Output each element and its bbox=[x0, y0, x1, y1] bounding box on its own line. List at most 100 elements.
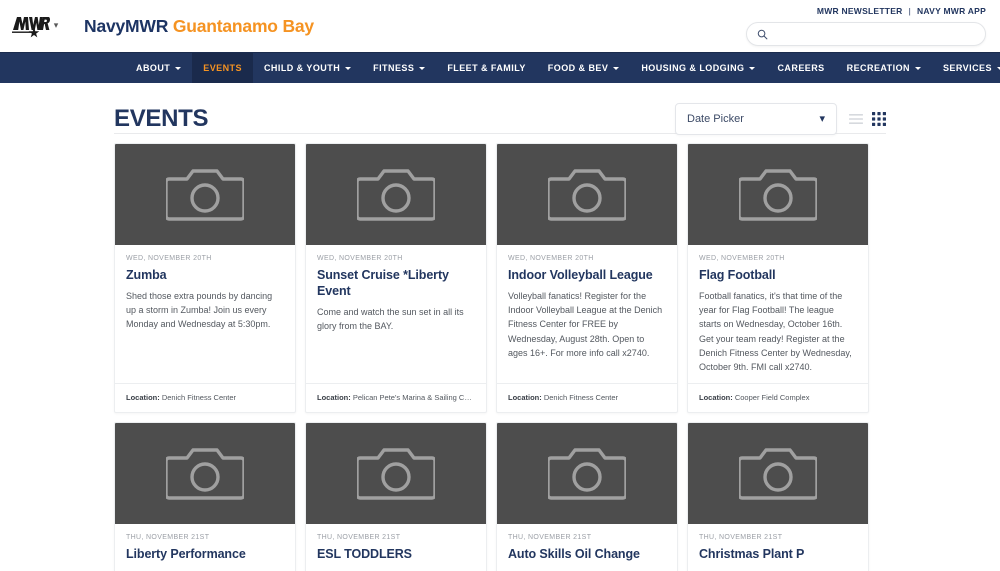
event-card[interactable]: THU, NOVEMBER 21ST Liberty Performance L… bbox=[114, 422, 296, 571]
nav-item-about[interactable]: ABOUT bbox=[125, 53, 192, 83]
list-view-button[interactable] bbox=[849, 113, 863, 125]
nav-label: EVENTS bbox=[203, 63, 242, 73]
top-utility-bar: ▾ NavyMWR Guantanamo Bay MWR NEWSLETTER … bbox=[0, 0, 1000, 52]
event-card[interactable]: WED, NOVEMBER 20TH Sunset Cruise *Libert… bbox=[305, 143, 487, 413]
nav-item-fleet-family[interactable]: FLEET & FAMILY bbox=[436, 53, 536, 83]
event-description: Football fanatics, it's that time of the… bbox=[699, 291, 852, 373]
event-card[interactable]: THU, NOVEMBER 21ST ESL TODDLERS Location… bbox=[305, 422, 487, 571]
chevron-down-icon bbox=[419, 67, 426, 70]
event-description: Volleyball fanatics! Register for the In… bbox=[508, 291, 663, 358]
list-view-icon bbox=[849, 114, 863, 124]
search-input[interactable] bbox=[774, 28, 975, 40]
event-image-placeholder bbox=[688, 423, 868, 524]
event-description: Shed those extra pounds by dancing up a … bbox=[126, 291, 273, 330]
nav-item-events[interactable]: EVENTS bbox=[192, 53, 253, 83]
nav-label: ABOUT bbox=[136, 63, 171, 73]
grid-view-icon bbox=[872, 112, 886, 126]
brand-location: Guantanamo Bay bbox=[172, 15, 314, 36]
nav-item-child-youth[interactable]: CHILD & YOUTH bbox=[253, 53, 362, 83]
event-date: THU, NOVEMBER 21ST bbox=[699, 534, 783, 541]
event-title: Sunset Cruise *Liberty Event bbox=[317, 268, 449, 298]
event-date: WED, NOVEMBER 20TH bbox=[699, 255, 785, 262]
event-title: Flag Football bbox=[699, 268, 776, 282]
camera-placeholder-icon bbox=[357, 447, 435, 500]
event-date: THU, NOVEMBER 21ST bbox=[317, 534, 401, 541]
event-card[interactable]: THU, NOVEMBER 21ST Auto Skills Oil Chang… bbox=[496, 422, 678, 571]
site-brand[interactable]: NavyMWR Guantanamo Bay bbox=[84, 16, 314, 37]
event-card-body: WED, NOVEMBER 20TH Indoor Volleyball Lea… bbox=[497, 245, 677, 383]
utility-link-separator: | bbox=[908, 6, 912, 16]
site-logo[interactable]: ▾ bbox=[0, 0, 62, 52]
event-date: THU, NOVEMBER 21ST bbox=[508, 534, 592, 541]
event-card-body: THU, NOVEMBER 21ST ESL TODDLERS bbox=[306, 524, 486, 571]
event-image-placeholder bbox=[688, 144, 868, 245]
chevron-down-icon bbox=[613, 67, 620, 70]
event-description: Come and watch the sun set in all its gl… bbox=[317, 307, 464, 332]
location-label: Location: bbox=[317, 393, 351, 402]
camera-placeholder-icon bbox=[166, 447, 244, 500]
chevron-down-icon bbox=[345, 67, 352, 70]
nav-item-food-bev[interactable]: FOOD & BEV bbox=[537, 53, 631, 83]
event-card-body: THU, NOVEMBER 21ST Auto Skills Oil Chang… bbox=[497, 524, 677, 571]
event-image-placeholder bbox=[115, 144, 295, 245]
top-right-zone: MWR NEWSLETTER | NAVY MWR APP bbox=[746, 0, 986, 52]
camera-placeholder-icon bbox=[166, 168, 244, 221]
event-location: Location: Cooper Field Complex bbox=[688, 383, 868, 412]
event-location: Location: Denich Fitness Center bbox=[115, 383, 295, 412]
chevron-down-icon bbox=[749, 67, 756, 70]
event-card-body: WED, NOVEMBER 20TH Zumba Shed those extr… bbox=[115, 245, 295, 383]
event-image-placeholder bbox=[306, 144, 486, 245]
events-page: EVENTS Date Picker ▾ WED, NOVEMBER 20TH … bbox=[0, 83, 1000, 571]
event-card-body: WED, NOVEMBER 20TH Sunset Cruise *Libert… bbox=[306, 245, 486, 383]
nav-label: HOUSING & LODGING bbox=[641, 63, 745, 73]
main-navigation: ABOUT EVENTS CHILD & YOUTH FITNESS FLEET… bbox=[0, 52, 1000, 83]
chevron-down-icon: ▾ bbox=[819, 112, 825, 125]
event-card[interactable]: WED, NOVEMBER 20TH Indoor Volleyball Lea… bbox=[496, 143, 678, 413]
event-card[interactable]: WED, NOVEMBER 20TH Flag Football Footbal… bbox=[687, 143, 869, 413]
nav-label: FLEET & FAMILY bbox=[447, 63, 526, 73]
location-value: Denich Fitness Center bbox=[543, 393, 619, 402]
nav-item-services[interactable]: SERVICES bbox=[932, 53, 1000, 83]
location-label: Location: bbox=[508, 393, 542, 402]
nav-item-careers[interactable]: CAREERS bbox=[766, 53, 835, 83]
location-value: Pelican Pete's Marina & Sailing Cent... bbox=[352, 393, 482, 402]
link-mwr-newsletter[interactable]: MWR NEWSLETTER bbox=[817, 6, 903, 16]
chevron-down-icon: ▾ bbox=[53, 19, 59, 30]
event-image-placeholder bbox=[115, 423, 295, 524]
event-card[interactable]: THU, NOVEMBER 21ST Christmas Plant P Loc… bbox=[687, 422, 869, 571]
event-image-placeholder bbox=[497, 423, 677, 524]
location-value: Cooper Field Complex bbox=[734, 393, 810, 402]
search-box[interactable] bbox=[746, 22, 986, 46]
view-mode-toggle bbox=[849, 112, 886, 126]
link-navy-mwr-app[interactable]: NAVY MWR APP bbox=[917, 6, 986, 16]
event-title: ESL TODDLERS bbox=[317, 547, 412, 561]
nav-label: FITNESS bbox=[373, 63, 415, 73]
grid-view-button[interactable] bbox=[872, 112, 886, 126]
camera-placeholder-icon bbox=[739, 168, 817, 221]
event-card[interactable]: WED, NOVEMBER 20TH Zumba Shed those extr… bbox=[114, 143, 296, 413]
nav-label: CHILD & YOUTH bbox=[263, 63, 341, 73]
event-card-body: THU, NOVEMBER 21ST Liberty Performance bbox=[115, 524, 295, 571]
event-image-placeholder bbox=[306, 423, 486, 524]
nav-item-recreation[interactable]: RECREATION bbox=[836, 53, 932, 83]
date-picker-select[interactable]: Date Picker ▾ bbox=[675, 103, 837, 135]
event-date: THU, NOVEMBER 21ST bbox=[126, 534, 210, 541]
utility-links: MWR NEWSLETTER | NAVY MWR APP bbox=[817, 6, 986, 16]
nav-label: RECREATION bbox=[846, 63, 910, 73]
event-date: WED, NOVEMBER 20TH bbox=[317, 255, 403, 262]
location-value: Denich Fitness Center bbox=[161, 393, 237, 402]
camera-placeholder-icon bbox=[357, 168, 435, 221]
nav-label: SERVICES bbox=[942, 63, 992, 73]
date-picker-value: Date Picker bbox=[687, 113, 744, 125]
event-title: Zumba bbox=[126, 268, 167, 282]
mwr-logo-icon bbox=[11, 17, 50, 38]
camera-placeholder-icon bbox=[548, 447, 626, 500]
event-location: Location: Pelican Pete's Marina & Sailin… bbox=[306, 383, 486, 412]
event-title: Indoor Volleyball League bbox=[508, 268, 653, 282]
event-title: Auto Skills Oil Change bbox=[508, 547, 640, 561]
event-date: WED, NOVEMBER 20TH bbox=[508, 255, 594, 262]
nav-item-fitness[interactable]: FITNESS bbox=[362, 53, 436, 83]
events-grid: WED, NOVEMBER 20TH Zumba Shed those extr… bbox=[114, 143, 886, 571]
event-date: WED, NOVEMBER 20TH bbox=[126, 255, 212, 262]
nav-item-housing-lodging[interactable]: HOUSING & LODGING bbox=[630, 53, 766, 83]
